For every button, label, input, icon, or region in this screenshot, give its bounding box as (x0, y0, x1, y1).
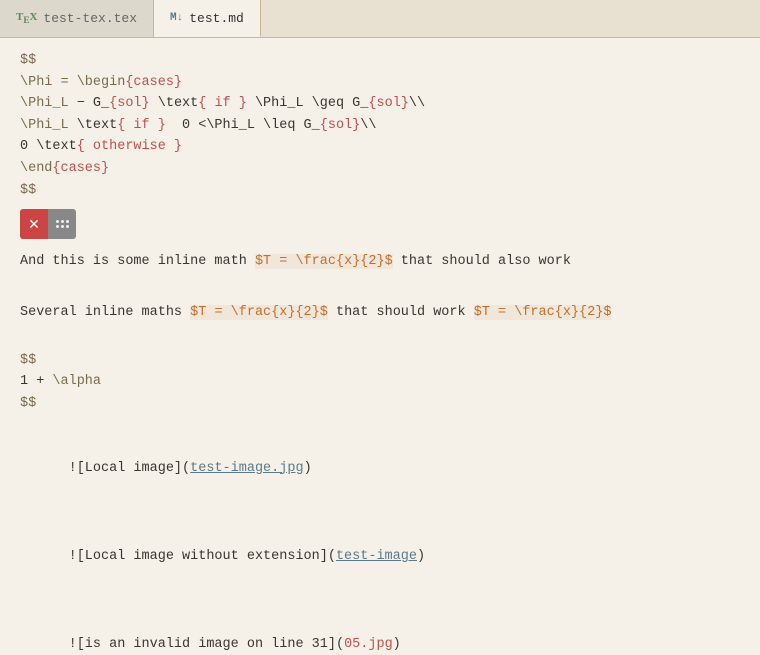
close-button[interactable]: ✕ (20, 209, 48, 239)
tab-test-md-label: test.md (189, 11, 244, 26)
math-line-5: \end{cases} (20, 158, 740, 180)
image-url-3: 05.jpg (344, 637, 393, 652)
image-suffix-2: ) (417, 549, 425, 564)
inline-text-2a: Several inline maths (20, 305, 182, 320)
image-line-1: ![Local image](test-image.jpg) (20, 436, 740, 501)
math-block-open-2: $$ (20, 350, 740, 372)
inline-math-2c: $T = \frac{x}{2}$ (474, 305, 612, 320)
image-suffix-1: ) (304, 461, 312, 476)
math-line-4: 0 \text{ otherwise } (20, 136, 740, 158)
image-url-1: test-image.jpg (190, 461, 303, 476)
math-block-close-1: $$ (20, 180, 740, 202)
inline-text-line-1: And this is some inline math $T = \frac{… (20, 251, 740, 273)
empty-line-3 (20, 414, 740, 436)
math-line-3: \Phi_L \text{ if } 0 <\Phi_L \leq G_{sol… (20, 115, 740, 137)
image-line-2: ![Local image without extension](test-im… (20, 524, 740, 589)
inline-text-1b: that should also work (401, 254, 571, 269)
inline-text-line-2: Several inline maths $T = \frac{x}{2}$ t… (20, 302, 740, 324)
image-suffix-3: ) (393, 637, 401, 652)
widget-row: ✕ (20, 209, 76, 239)
math-block-close-2: $$ (20, 393, 740, 415)
inline-math-1: $T = \frac{x}{2}$ (255, 254, 393, 269)
tex-icon: TEX (16, 11, 37, 25)
tab-test-tex[interactable]: TEX test-tex.tex (0, 0, 154, 37)
math-line-1: \Phi = \begin{cases} (20, 72, 740, 94)
inline-text-1a: And this is some inline math (20, 254, 247, 269)
inline-math-2a: $T = \frac{x}{2}$ (190, 305, 328, 320)
app-container: TEX test-tex.tex M↓ test.md $$ \Phi = \b… (0, 0, 760, 655)
image-url-2: test-image (336, 549, 417, 564)
empty-line-2 (20, 328, 740, 350)
tab-bar: TEX test-tex.tex M↓ test.md (0, 0, 760, 38)
image-prefix-3: ![is an invalid image on line 31]( (69, 637, 344, 652)
image-prefix-1: ![Local image]( (69, 461, 191, 476)
editor-area: $$ \Phi = \begin{cases} \Phi_L − G_{sol}… (0, 38, 760, 655)
empty-line-5 (20, 591, 740, 613)
math-block-open-1: $$ (20, 50, 740, 72)
close-icon: ✕ (28, 216, 40, 233)
math-line-alpha: 1 + \alpha (20, 371, 740, 393)
tab-test-tex-label: test-tex.tex (43, 11, 137, 26)
math-line-2: \Phi_L − G_{sol} \text{ if } \Phi_L \geq… (20, 93, 740, 115)
empty-line-4 (20, 503, 740, 525)
image-prefix-2: ![Local image without extension]( (69, 549, 336, 564)
drag-handle[interactable] (48, 209, 76, 239)
image-line-3: ![is an invalid image on line 31](05.jpg… (20, 613, 740, 655)
inline-text-2b: that should work (336, 305, 466, 320)
empty-line-1 (20, 277, 740, 299)
md-icon: M↓ (170, 12, 183, 24)
tab-test-md[interactable]: M↓ test.md (154, 0, 261, 37)
